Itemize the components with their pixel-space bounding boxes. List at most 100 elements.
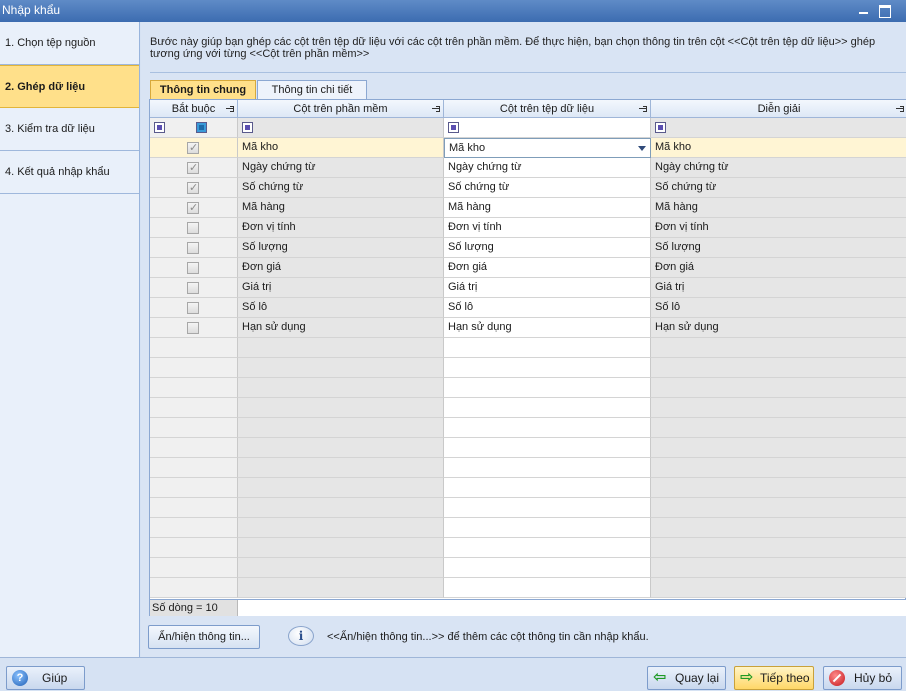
bottom-bar: ? Giúp ⇦ Quay lại ⇨ Tiếp theo Hủy bỏ bbox=[0, 657, 906, 691]
pin-icon[interactable] bbox=[639, 105, 647, 112]
software-column-cell: Đơn vị tính bbox=[238, 218, 444, 238]
file-column-cell[interactable]: Số lượng bbox=[444, 238, 651, 258]
software-column-cell: Mã kho bbox=[238, 138, 444, 158]
tab-detail-info[interactable]: Thông tin chi tiết bbox=[257, 80, 367, 99]
file-column-cell[interactable]: Giá trị bbox=[444, 278, 651, 298]
required-checkbox[interactable] bbox=[187, 242, 199, 254]
step-description: Bước này giúp bạn ghép các cột trên tệp … bbox=[150, 36, 902, 60]
header-software-column[interactable]: Cột trên phần mềm bbox=[238, 100, 444, 118]
header-required-label: Bắt buộc bbox=[171, 103, 216, 115]
cancel-icon bbox=[829, 670, 845, 686]
required-checkbox[interactable] bbox=[187, 139, 199, 157]
header-file-column[interactable]: Cột trên tệp dữ liệu bbox=[444, 100, 651, 118]
file-column-cell[interactable]: Đơn giá bbox=[444, 258, 651, 278]
pin-icon[interactable] bbox=[432, 105, 440, 112]
filter-icon[interactable] bbox=[154, 122, 165, 133]
software-column-cell: Số chứng từ bbox=[238, 178, 444, 198]
help-button-label: Giúp bbox=[42, 671, 68, 685]
cancel-button[interactable]: Hủy bỏ bbox=[823, 666, 902, 690]
cancel-button-label: Hủy bỏ bbox=[854, 671, 893, 685]
header-description[interactable]: Diễn giải bbox=[651, 100, 906, 118]
help-icon: ? bbox=[12, 670, 28, 686]
file-column-cell[interactable]: Mã kho bbox=[444, 138, 651, 158]
description-cell: Số lô bbox=[651, 298, 906, 318]
toggle-info-button[interactable]: Ẩn/hiện thông tin... bbox=[148, 625, 260, 649]
required-checkbox[interactable] bbox=[187, 222, 199, 234]
arrow-left-icon: ⇦ bbox=[653, 669, 667, 686]
info-text: <<Ẩn/hiện thông tin...>> để thêm các cột… bbox=[327, 631, 649, 643]
next-button[interactable]: ⇨ Tiếp theo bbox=[734, 666, 814, 690]
required-checkbox[interactable] bbox=[187, 262, 199, 274]
main-panel: Bước này giúp bạn ghép các cột trên tệp … bbox=[141, 22, 906, 657]
file-column-value: Đơn giá bbox=[448, 261, 488, 273]
divider bbox=[150, 72, 906, 73]
file-column-cell[interactable]: Số chứng từ bbox=[444, 178, 651, 198]
pin-icon[interactable] bbox=[226, 105, 234, 112]
description-cell: Đơn vị tính bbox=[651, 218, 906, 238]
software-column-cell: Ngày chứng từ bbox=[238, 158, 444, 178]
grid-footer: Số dòng = 10 bbox=[150, 599, 906, 616]
filter-icon[interactable] bbox=[448, 122, 459, 133]
arrow-right-icon: ⇨ bbox=[740, 669, 754, 686]
required-checkbox[interactable] bbox=[187, 179, 199, 197]
file-column-value: Mã kho bbox=[449, 142, 486, 154]
description-cell: Số lượng bbox=[651, 238, 906, 258]
file-column-cell[interactable]: Mã hàng bbox=[444, 198, 651, 218]
description-cell: Đơn giá bbox=[651, 258, 906, 278]
required-checkbox[interactable] bbox=[187, 199, 199, 217]
required-checkbox[interactable] bbox=[187, 159, 199, 177]
file-column-value: Hạn sử dụng bbox=[448, 321, 512, 333]
title-bar: Nhập khẩu bbox=[0, 0, 906, 22]
maximize-icon[interactable] bbox=[877, 3, 893, 18]
software-column-cell: Đơn giá bbox=[238, 258, 444, 278]
header-description-label: Diễn giải bbox=[757, 103, 801, 115]
step-choose-source[interactable]: 1. Chọn tệp nguồn bbox=[0, 22, 139, 65]
file-column-cell[interactable]: Đơn vị tính bbox=[444, 218, 651, 238]
step-import-result[interactable]: 4. Kết quả nhập khẩu bbox=[0, 151, 139, 194]
file-column-value: Đơn vị tính bbox=[448, 221, 502, 233]
description-cell: Mã kho bbox=[651, 138, 906, 158]
file-column-value: Ngày chứng từ bbox=[448, 161, 522, 173]
file-column-cell[interactable]: Hạn sử dụng bbox=[444, 318, 651, 338]
description-line-2: tương ứng với từng <<Cột trên phần mềm>> bbox=[150, 48, 370, 60]
header-software-label: Cột trên phần mềm bbox=[293, 103, 388, 115]
software-column-cell: Số lô bbox=[238, 298, 444, 318]
description-line-1: Bước này giúp bạn ghép các cột trên tệp … bbox=[150, 36, 876, 48]
software-column-cell: Giá trị bbox=[238, 278, 444, 298]
file-column-value: Số chứng từ bbox=[448, 181, 510, 193]
required-checkbox[interactable] bbox=[187, 282, 199, 294]
row-count: Số dòng = 10 bbox=[150, 600, 238, 616]
step-map-data[interactable]: 2. Ghép dữ liệu bbox=[0, 65, 139, 108]
file-column-cell[interactable]: Ngày chứng từ bbox=[444, 158, 651, 178]
software-column-cell: Số lượng bbox=[238, 238, 444, 258]
required-checkbox[interactable] bbox=[187, 322, 199, 334]
chevron-down-icon[interactable] bbox=[638, 146, 646, 151]
wizard-steps: 1. Chọn tệp nguồn 2. Ghép dữ liệu 3. Kiể… bbox=[0, 22, 140, 657]
description-cell: Số chứng từ bbox=[651, 178, 906, 198]
filter-icon[interactable] bbox=[655, 122, 666, 133]
software-column-cell: Hạn sử dụng bbox=[238, 318, 444, 338]
filter-icon[interactable] bbox=[242, 122, 253, 133]
minimize-icon[interactable] bbox=[856, 3, 872, 18]
filter-checkbox-icon[interactable] bbox=[196, 122, 207, 133]
header-required[interactable]: Bắt buộc bbox=[150, 100, 238, 118]
window-title: Nhập khẩu bbox=[2, 3, 61, 17]
back-button-label: Quay lại bbox=[675, 671, 720, 685]
pin-icon[interactable] bbox=[896, 105, 904, 112]
tab-general-info[interactable]: Thông tin chung bbox=[150, 80, 256, 99]
file-column-value: Số lô bbox=[448, 301, 474, 313]
help-button[interactable]: ? Giúp bbox=[6, 666, 85, 690]
file-column-value: Mã hàng bbox=[448, 201, 491, 213]
file-column-cell[interactable]: Số lô bbox=[444, 298, 651, 318]
description-cell: Mã hàng bbox=[651, 198, 906, 218]
software-column-cell: Mã hàng bbox=[238, 198, 444, 218]
next-button-label: Tiếp theo bbox=[760, 671, 810, 685]
description-cell: Ngày chứng từ bbox=[651, 158, 906, 178]
file-column-value: Giá trị bbox=[448, 281, 478, 293]
mapping-grid: Bắt buộc Cột trên phần mềm Cột trên tệp … bbox=[149, 99, 906, 616]
header-file-label: Cột trên tệp dữ liệu bbox=[499, 103, 595, 115]
back-button[interactable]: ⇦ Quay lại bbox=[647, 666, 726, 690]
required-checkbox[interactable] bbox=[187, 302, 199, 314]
file-column-value: Số lượng bbox=[448, 241, 494, 253]
step-check-data[interactable]: 3. Kiểm tra dữ liệu bbox=[0, 108, 139, 151]
